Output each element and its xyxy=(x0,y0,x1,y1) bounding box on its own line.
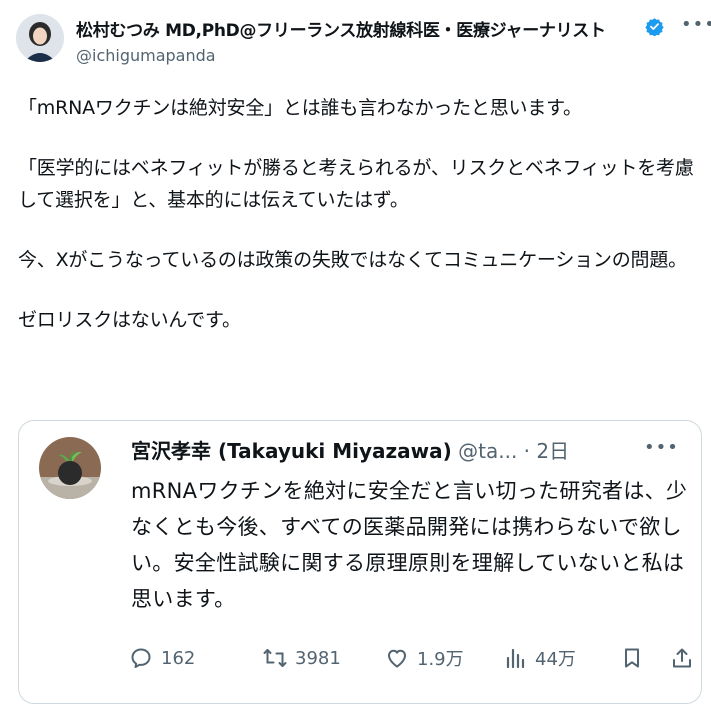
quoted-tweet-header: 宮沢孝幸 (Takayuki Miyazawa) @ta... · 2日 xyxy=(131,435,691,464)
tweet-paragraph: 今、Xがこうなっているのは政策の失敗ではなくてコミュニケーションの問題。 xyxy=(18,249,687,271)
views-count: 44万 xyxy=(535,649,576,670)
reply-icon xyxy=(131,648,151,668)
repost-icon xyxy=(263,649,287,667)
tweet-paragraph: 「mRNAワクチンは絶対安全」とは誰も言わなかったと思います。 xyxy=(18,97,582,119)
author-avatar[interactable] xyxy=(16,14,64,62)
share-icon xyxy=(673,648,691,668)
tweet-paragraph: ゼロリスクはないんです。 xyxy=(18,309,241,331)
author-handle[interactable]: @ichigumapanda xyxy=(76,46,216,65)
quoted-tweet-text: mRNAワクチンを絶対に安全だと言い切った研究者は、少なくとも今後、すべての医薬… xyxy=(131,479,688,611)
quoted-author-handle[interactable]: @ta... xyxy=(458,439,517,463)
tweet-text: 「mRNAワクチンは絶対安全」とは誰も言わなかったと思います。 「医学的にはベネ… xyxy=(18,92,698,364)
tweet-paragraph: 「医学的にはベネフィットが勝ると考えられるが、リスクとベネフィットを考慮して選択… xyxy=(18,157,694,211)
like-count: 1.9万 xyxy=(417,649,464,670)
quoted-author-avatar[interactable] xyxy=(39,437,101,499)
reply-button[interactable]: 162 xyxy=(129,643,195,673)
quoted-tweet-time[interactable]: 2日 xyxy=(536,439,569,463)
heart-icon xyxy=(388,649,406,668)
like-button[interactable]: 1.9万 xyxy=(385,643,464,673)
views-chart-icon xyxy=(506,648,525,669)
quoted-more-options-icon[interactable]: ••• xyxy=(644,437,679,458)
quoted-tweet-card[interactable]: 宮沢孝幸 (Takayuki Miyazawa) @ta... · 2日 •••… xyxy=(18,420,702,704)
verified-badge-icon xyxy=(645,17,664,37)
author-name[interactable]: 松村むつみ MD,PhD@フリーランス放射線科医・医療ジャーナリスト xyxy=(76,16,606,41)
quoted-author-name[interactable]: 宮沢孝幸 (Takayuki Miyazawa) xyxy=(131,439,452,463)
reply-count: 162 xyxy=(161,647,196,669)
repost-count: 3981 xyxy=(295,647,341,669)
bookmark-button[interactable] xyxy=(620,643,644,673)
separator-dot: · xyxy=(523,439,531,463)
quoted-tweet-actions: 162 3981 1.9万 44万 xyxy=(129,643,691,673)
share-button[interactable] xyxy=(670,643,694,673)
repost-button[interactable]: 3981 xyxy=(263,643,341,673)
bookmark-icon xyxy=(625,648,639,668)
more-options-icon[interactable]: ••• xyxy=(681,14,711,35)
views-button[interactable]: 44万 xyxy=(503,643,576,673)
